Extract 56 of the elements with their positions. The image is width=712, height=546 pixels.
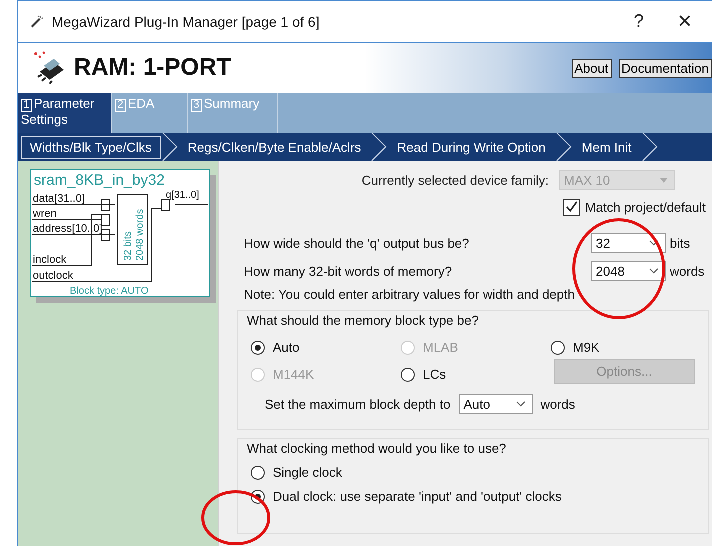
wizard-title: RAM: 1-PORT bbox=[74, 54, 232, 82]
chevron-icon bbox=[640, 133, 659, 161]
chevron-icon bbox=[160, 133, 179, 161]
port-label: inclock bbox=[33, 254, 67, 266]
module-name: sram_8KB_in_by32 bbox=[34, 172, 165, 189]
radio-label: LCs bbox=[423, 367, 446, 382]
chevron-icon bbox=[370, 133, 388, 161]
unit-label: bits bbox=[670, 236, 690, 250]
wizard-tab[interactable]: 1 Parameter Settings bbox=[18, 93, 112, 133]
step-tab[interactable]: Read During Write Option bbox=[388, 136, 555, 158]
block-size-label: 32 bits bbox=[123, 232, 134, 261]
unit-label: words bbox=[670, 264, 705, 278]
field-label: Currently selected device family: bbox=[362, 172, 549, 188]
documentation-button[interactable]: Documentation bbox=[618, 58, 712, 78]
annotation-circle bbox=[200, 488, 272, 546]
port-label: q[31..0] bbox=[166, 190, 200, 201]
unit-label: words bbox=[540, 396, 576, 412]
value-dropdown[interactable]: 32 bbox=[591, 233, 666, 253]
caret-icon bbox=[516, 401, 526, 407]
close-button[interactable]: × bbox=[662, 6, 708, 36]
radio-button[interactable] bbox=[401, 368, 415, 382]
caret-icon bbox=[660, 178, 668, 182]
caret-icon bbox=[649, 240, 659, 246]
radio-button[interactable] bbox=[551, 340, 565, 354]
caret-icon bbox=[649, 268, 659, 274]
port-label: data[31..0] bbox=[33, 193, 85, 205]
radio-label: M9K bbox=[573, 340, 600, 355]
radio-label: Single clock bbox=[273, 465, 342, 480]
question-label: How wide should the 'q' output bus be? bbox=[244, 236, 470, 250]
group-title: What clocking method would you like to use? bbox=[245, 441, 508, 456]
radio-label: MLAB bbox=[423, 340, 458, 355]
radio-label: M144K bbox=[273, 367, 314, 382]
value-dropdown[interactable]: 2048 bbox=[591, 261, 666, 281]
help-button[interactable]: ? bbox=[616, 10, 662, 33]
step-tab[interactable]: Widths/Blk Type/Clks bbox=[21, 136, 161, 158]
group-title: What should the memory block type be? bbox=[245, 313, 481, 328]
radio-label: Auto bbox=[273, 340, 300, 355]
port-label: wren bbox=[33, 208, 57, 220]
note-text: Note: You could enter arbitrary values for width and depth bbox=[244, 287, 576, 302]
radio-label: Dual clock: use separate 'input' and 'output' clocks bbox=[273, 489, 562, 504]
field-label: Set the maximum block depth to bbox=[265, 396, 451, 412]
checkbox-label: Match project/default bbox=[585, 200, 706, 214]
radio-button[interactable] bbox=[251, 340, 265, 354]
depth-dropdown[interactable]: Auto bbox=[458, 394, 533, 414]
port-label: outclock bbox=[33, 270, 74, 282]
match-checkbox[interactable] bbox=[563, 198, 580, 216]
wand-icon bbox=[30, 14, 44, 28]
question-label: How many 32-bit words of memory? bbox=[244, 264, 454, 278]
window-title: MegaWizard Plug-In Manager [page 1 of 6] bbox=[52, 14, 320, 30]
about-button[interactable]: About bbox=[572, 58, 612, 78]
chevron-icon bbox=[554, 133, 573, 161]
step-tab[interactable]: Mem Init bbox=[572, 136, 641, 158]
block-type-label: Block type: AUTO bbox=[70, 286, 149, 297]
radio-button[interactable] bbox=[251, 466, 265, 480]
step-tab[interactable]: Regs/Clken/Byte Enable/Aclrs bbox=[178, 136, 370, 158]
block-size-label: 2048 words bbox=[135, 209, 146, 261]
